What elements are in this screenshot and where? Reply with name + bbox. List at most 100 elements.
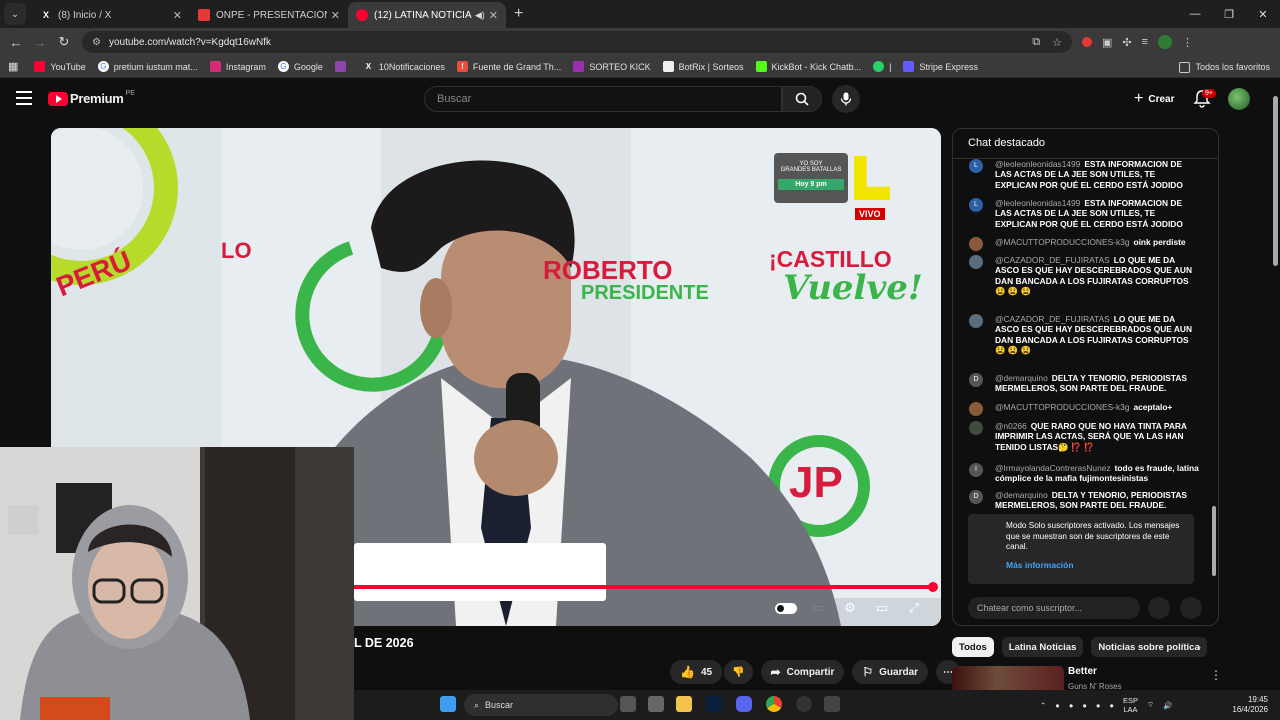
chat-message[interactable]: @n0266 QUE RARO QUE NO HAYA TINTA PARA IM…: [969, 421, 1199, 452]
chat-message[interactable]: L @leoleonleonidas1499 ESTA INFORMACION DE…: [969, 198, 1199, 229]
chrome-icon[interactable]: [766, 696, 782, 712]
tab-youtube[interactable]: (12) LATINA NOTICIAS CEN ◀) ✕: [348, 2, 506, 28]
search-input[interactable]: Buscar: [424, 86, 782, 112]
like-button[interactable]: 👍 45: [670, 660, 723, 684]
chat-message[interactable]: D @demarquino DELTA Y TENORIO, PERIODISTAS…: [969, 490, 1199, 511]
network-icon[interactable]: ⌔: [1147, 700, 1154, 710]
theater-mode-icon[interactable]: ▭: [871, 600, 893, 616]
chip-latina[interactable]: Latina Noticias: [1001, 637, 1084, 657]
chevron-up-icon[interactable]: ⌃: [1040, 701, 1046, 710]
close-icon[interactable]: ✕: [173, 9, 182, 22]
next-video-menu-icon[interactable]: ⋮: [1210, 668, 1222, 682]
discord-icon[interactable]: [736, 696, 752, 712]
share-button[interactable]: ➦ Compartir: [760, 660, 845, 684]
chat-author[interactable]: @demarquino: [995, 490, 1048, 500]
dislike-button[interactable]: 👎: [724, 660, 753, 684]
chat-scrollbar[interactable]: [1211, 161, 1217, 589]
save-button[interactable]: ⚐ Guardar: [852, 660, 929, 684]
hamburger-menu-icon[interactable]: [16, 91, 32, 105]
all-bookmarks[interactable]: Todos los favoritos: [1179, 56, 1270, 78]
bookmark-star-icon[interactable]: ☆: [1052, 36, 1062, 49]
create-button[interactable]: + Crear: [1124, 87, 1184, 111]
taskbar-clock[interactable]: 19:45 16/4/2026: [1232, 695, 1268, 715]
taskbar-search[interactable]: ⌕ Buscar: [464, 694, 618, 716]
menu-icon[interactable]: ⋮: [1182, 36, 1193, 49]
chat-avatar[interactable]: D: [969, 373, 983, 387]
extension-icon[interactable]: ▣: [1102, 36, 1112, 49]
bookmark-10notificaciones[interactable]: X 10Notificaciones: [363, 61, 445, 72]
account-avatar[interactable]: [1228, 88, 1250, 110]
calculator-icon[interactable]: [824, 696, 840, 712]
bookmark-pretium[interactable]: Gpretium iustum mat...: [97, 61, 198, 72]
subtitles-icon[interactable]: ▭: [807, 600, 829, 616]
chat-avatar[interactable]: [969, 237, 983, 251]
tray-app-icon[interactable]: ●: [1096, 701, 1101, 710]
settings-gear-icon[interactable]: ⚙: [839, 600, 861, 616]
file-explorer-icon[interactable]: [676, 696, 692, 712]
tab-onpe[interactable]: ONPE - PRESENTACIÓN DE RES ✕: [190, 2, 348, 28]
scrubber-handle[interactable]: [928, 582, 938, 592]
chat-avatar[interactable]: [969, 314, 983, 328]
chat-message[interactable]: D @demarquino DELTA Y TENORIO, PERIODISTAS…: [969, 373, 1199, 394]
chip-politics[interactable]: Noticias sobre política: [1091, 637, 1207, 657]
chat-message[interactable]: @MACUTTOPRODUCCIONES-k3g aceptalo+: [969, 402, 1199, 416]
chat-avatar[interactable]: [969, 402, 983, 416]
chat-message[interactable]: @CAZADOR_DE_FUJIRATAS LO QUE ME DA ASCO E…: [969, 314, 1199, 356]
chat-message[interactable]: @CAZADOR_DE_FUJIRATAS LO QUE ME DA ASCO E…: [969, 255, 1199, 297]
chat-author[interactable]: @CAZADOR_DE_FUJIRATAS: [995, 255, 1110, 265]
search-button[interactable]: [782, 86, 822, 112]
chat-author[interactable]: @demarquino: [995, 373, 1048, 383]
puzzle-icon[interactable]: ✣: [1122, 36, 1131, 49]
obs-icon[interactable]: [796, 696, 812, 712]
progress-bar[interactable]: [354, 585, 934, 589]
next-video-title[interactable]: Better: [1068, 666, 1097, 677]
chip-all[interactable]: Todos: [952, 637, 994, 657]
install-icon[interactable]: ⧉: [1032, 36, 1040, 49]
bookmark-youtube[interactable]: YouTube: [34, 61, 86, 72]
bookmark-fuente[interactable]: f Fuente de Grand Th...: [456, 61, 561, 72]
chat-avatar[interactable]: I: [969, 463, 983, 477]
speaker-icon[interactable]: ◀): [475, 10, 485, 21]
bookmark-botrix[interactable]: BotRix | Sorteos: [662, 61, 744, 72]
photoshop-icon[interactable]: [706, 696, 722, 712]
chat-input[interactable]: Chatear como suscriptor...: [968, 597, 1140, 619]
windows-start-icon[interactable]: [440, 696, 456, 712]
new-tab-button[interactable]: +: [514, 5, 523, 23]
maximize-icon[interactable]: ❐: [1212, 8, 1246, 21]
back-icon[interactable]: ←: [4, 35, 28, 50]
minimize-icon[interactable]: —: [1178, 8, 1212, 20]
bookmark-pinwheel[interactable]: [334, 61, 351, 72]
bookmark-google[interactable]: G Google: [277, 61, 323, 72]
chat-message[interactable]: @MACUTTOPRODUCCIONES-k3g oink perdiste: [969, 237, 1199, 251]
apps-icon[interactable]: ▦: [8, 60, 18, 73]
close-icon[interactable]: ✕: [489, 9, 498, 22]
forward-icon[interactable]: →: [28, 35, 52, 50]
page-scrollbar[interactable]: [1270, 80, 1280, 720]
tray-app-icon[interactable]: ●: [1055, 701, 1060, 710]
bookmark-stripe[interactable]: Stripe Express: [903, 61, 978, 72]
app-icon[interactable]: [648, 696, 664, 712]
send-button[interactable]: [1180, 597, 1202, 619]
chat-message[interactable]: L @leoleonleonidas1499 ESTA INFORMACION DE…: [969, 159, 1199, 190]
emoji-button[interactable]: [1148, 597, 1170, 619]
tray-app-icon[interactable]: ●: [1069, 701, 1074, 710]
tray-app-icon[interactable]: ●: [1109, 701, 1114, 710]
chat-author[interactable]: @IrmayolandaContrerasNunez: [995, 463, 1111, 473]
task-view-icon[interactable]: [620, 696, 636, 712]
tab-search-button[interactable]: ⌄: [4, 3, 26, 25]
chevron-right-icon[interactable]: ›: [1197, 640, 1201, 654]
chat-author[interactable]: @n0266: [995, 421, 1027, 431]
site-info-icon[interactable]: ⚙: [92, 37, 101, 48]
media-icon[interactable]: ≡: [1142, 36, 1148, 48]
youtube-premium-logo[interactable]: Premium PE: [48, 90, 135, 106]
bookmark-whatsapp[interactable]: |: [873, 61, 891, 72]
chat-author[interactable]: @leoleonleonidas1499: [995, 198, 1080, 208]
reload-icon[interactable]: ↻: [52, 34, 76, 50]
fullscreen-icon[interactable]: ⤢: [903, 600, 925, 616]
chat-avatar[interactable]: D: [969, 490, 983, 504]
chat-message[interactable]: I @IrmayolandaContrerasNunez todo es fraud…: [969, 463, 1199, 484]
bookmark-sorteo-kick[interactable]: SORTEO KICK: [573, 61, 651, 72]
chat-avatar[interactable]: L: [969, 159, 983, 173]
address-bar[interactable]: ⚙ youtube.com/watch?v=Kgdqt16wNfk ⧉ ☆: [82, 31, 1072, 53]
chat-header[interactable]: Chat destacado: [953, 129, 1218, 159]
